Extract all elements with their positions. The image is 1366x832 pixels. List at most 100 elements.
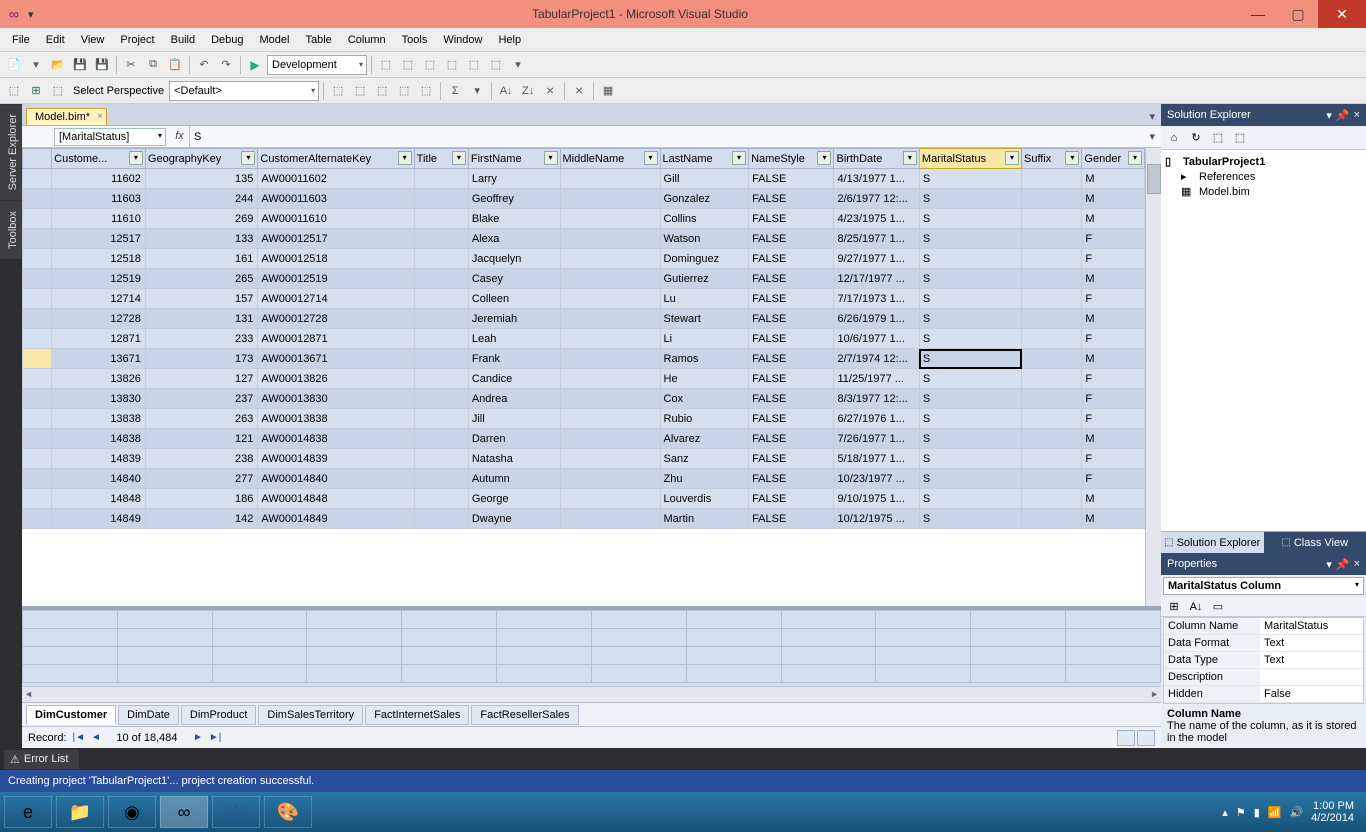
- grid-cell[interactable]: [414, 369, 468, 389]
- toolbar-icon[interactable]: ▦: [598, 81, 618, 101]
- grid-cell[interactable]: 12518: [52, 249, 146, 269]
- grid-cell[interactable]: 12517: [52, 229, 146, 249]
- grid-cell[interactable]: Stewart: [660, 309, 749, 329]
- grid-cell[interactable]: [560, 429, 660, 449]
- grid-cell[interactable]: 12728: [52, 309, 146, 329]
- grid-cell[interactable]: Li: [660, 329, 749, 349]
- grid-cell[interactable]: [414, 509, 468, 529]
- grid-cell[interactable]: [560, 169, 660, 189]
- grid-cell[interactable]: [560, 349, 660, 369]
- grid-cell[interactable]: M: [1082, 509, 1145, 529]
- grid-cell[interactable]: 142: [145, 509, 258, 529]
- grid-cell[interactable]: AW00014849: [258, 509, 414, 529]
- name-box[interactable]: [MaritalStatus]: [54, 128, 166, 146]
- grid-cell[interactable]: [560, 489, 660, 509]
- expand-formula-icon[interactable]: ▾: [1143, 130, 1161, 143]
- grid-cell[interactable]: [414, 189, 468, 209]
- grid-cell[interactable]: AW00011603: [258, 189, 414, 209]
- grid-cell[interactable]: FALSE: [749, 349, 834, 369]
- grid-cell[interactable]: AW00011602: [258, 169, 414, 189]
- sheet-tab[interactable]: FactResellerSales: [471, 705, 578, 725]
- grid-view-button[interactable]: [1117, 730, 1135, 746]
- toolbar-icon[interactable]: ⬚: [486, 55, 506, 75]
- grid-cell[interactable]: [560, 369, 660, 389]
- last-record-button[interactable]: ►|: [209, 732, 222, 743]
- grid-cell[interactable]: F: [1082, 389, 1145, 409]
- grid-cell[interactable]: [414, 489, 468, 509]
- grid-cell[interactable]: 269: [145, 209, 258, 229]
- grid-cell[interactable]: [414, 409, 468, 429]
- menu-project[interactable]: Project: [112, 31, 162, 49]
- column-header[interactable]: MiddleName▾: [560, 149, 660, 169]
- grid-cell[interactable]: FALSE: [749, 409, 834, 429]
- paint-icon[interactable]: 🎨: [264, 796, 312, 828]
- grid-cell[interactable]: 11/25/1977 ...: [834, 369, 919, 389]
- ie-icon[interactable]: e: [4, 796, 52, 828]
- copy-icon[interactable]: ⧉: [143, 55, 163, 75]
- grid-cell[interactable]: Jill: [468, 409, 560, 429]
- maximize-button[interactable]: ▢: [1278, 0, 1318, 28]
- pin-icon[interactable]: 📌: [1336, 109, 1350, 122]
- diagram-view-button[interactable]: [1137, 730, 1155, 746]
- grid-cell[interactable]: [560, 469, 660, 489]
- grid-cell[interactable]: 14849: [52, 509, 146, 529]
- battery-icon[interactable]: ▮: [1254, 806, 1260, 819]
- visual-studio-icon[interactable]: ∞: [160, 796, 208, 828]
- grid-cell[interactable]: 14840: [52, 469, 146, 489]
- grid-cell[interactable]: 263: [145, 409, 258, 429]
- clock[interactable]: 1:00 PM4/2/2014: [1311, 800, 1354, 824]
- sheet-tab[interactable]: FactInternetSales: [365, 705, 469, 725]
- grid-cell[interactable]: M: [1082, 429, 1145, 449]
- grid-cell[interactable]: [1022, 209, 1082, 229]
- grid-cell[interactable]: 11610: [52, 209, 146, 229]
- grid-cell[interactable]: Martin: [660, 509, 749, 529]
- grid-cell[interactable]: Cox: [660, 389, 749, 409]
- grid-cell[interactable]: Rubio: [660, 409, 749, 429]
- toolbar-icon[interactable]: ⬚: [464, 55, 484, 75]
- grid-cell[interactable]: [560, 289, 660, 309]
- grid-cell[interactable]: F: [1082, 329, 1145, 349]
- grid-cell[interactable]: 4/13/1977 1...: [834, 169, 919, 189]
- toolbar-icon[interactable]: ⬚: [328, 81, 348, 101]
- grid-cell[interactable]: 7/26/1977 1...: [834, 429, 919, 449]
- grid-cell[interactable]: AW00014840: [258, 469, 414, 489]
- grid-cell[interactable]: 121: [145, 429, 258, 449]
- grid-cell[interactable]: F: [1082, 289, 1145, 309]
- grid-cell[interactable]: 2/7/1974 12:...: [834, 349, 919, 369]
- project-node[interactable]: ▯TabularProject1: [1163, 154, 1364, 169]
- grid-cell[interactable]: S: [919, 469, 1021, 489]
- grid-cell[interactable]: 244: [145, 189, 258, 209]
- column-header[interactable]: Gender▾: [1082, 149, 1145, 169]
- close-panel-icon[interactable]: ×: [1354, 109, 1360, 122]
- save-all-icon[interactable]: 💾: [92, 55, 112, 75]
- grid-cell[interactable]: 2/6/1977 12:...: [834, 189, 919, 209]
- grid-cell[interactable]: [1022, 429, 1082, 449]
- sum-icon[interactable]: Σ: [445, 81, 465, 101]
- column-header[interactable]: LastName▾: [660, 149, 749, 169]
- grid-cell[interactable]: 14848: [52, 489, 146, 509]
- grid-cell[interactable]: M: [1082, 269, 1145, 289]
- grid-cell[interactable]: S: [919, 309, 1021, 329]
- show-all-icon[interactable]: ⬚: [1209, 129, 1227, 147]
- grid-cell[interactable]: [1022, 369, 1082, 389]
- grid-cell[interactable]: 157: [145, 289, 258, 309]
- grid-cell[interactable]: [414, 249, 468, 269]
- grid-cell[interactable]: 13838: [52, 409, 146, 429]
- grid-cell[interactable]: 186: [145, 489, 258, 509]
- grid-cell[interactable]: F: [1082, 409, 1145, 429]
- grid-cell[interactable]: 10/23/1977 ...: [834, 469, 919, 489]
- properties-icon[interactable]: ⬚: [1231, 129, 1249, 147]
- grid-cell[interactable]: FALSE: [749, 469, 834, 489]
- grid-cell[interactable]: S: [919, 189, 1021, 209]
- grid-cell[interactable]: 10/12/1975 ...: [834, 509, 919, 529]
- grid-cell[interactable]: 12/17/1977 ...: [834, 269, 919, 289]
- system-tray[interactable]: ▴ ⚑ ▮ 📶 🔊 1:00 PM4/2/2014: [1222, 800, 1362, 824]
- grid-cell[interactable]: 131: [145, 309, 258, 329]
- grid-cell[interactable]: Autumn: [468, 469, 560, 489]
- grid-cell[interactable]: F: [1082, 229, 1145, 249]
- grid-cell[interactable]: [1022, 249, 1082, 269]
- grid-cell[interactable]: [414, 329, 468, 349]
- grid-cell[interactable]: Blake: [468, 209, 560, 229]
- grid-cell[interactable]: Larry: [468, 169, 560, 189]
- paste-icon[interactable]: 📋: [165, 55, 185, 75]
